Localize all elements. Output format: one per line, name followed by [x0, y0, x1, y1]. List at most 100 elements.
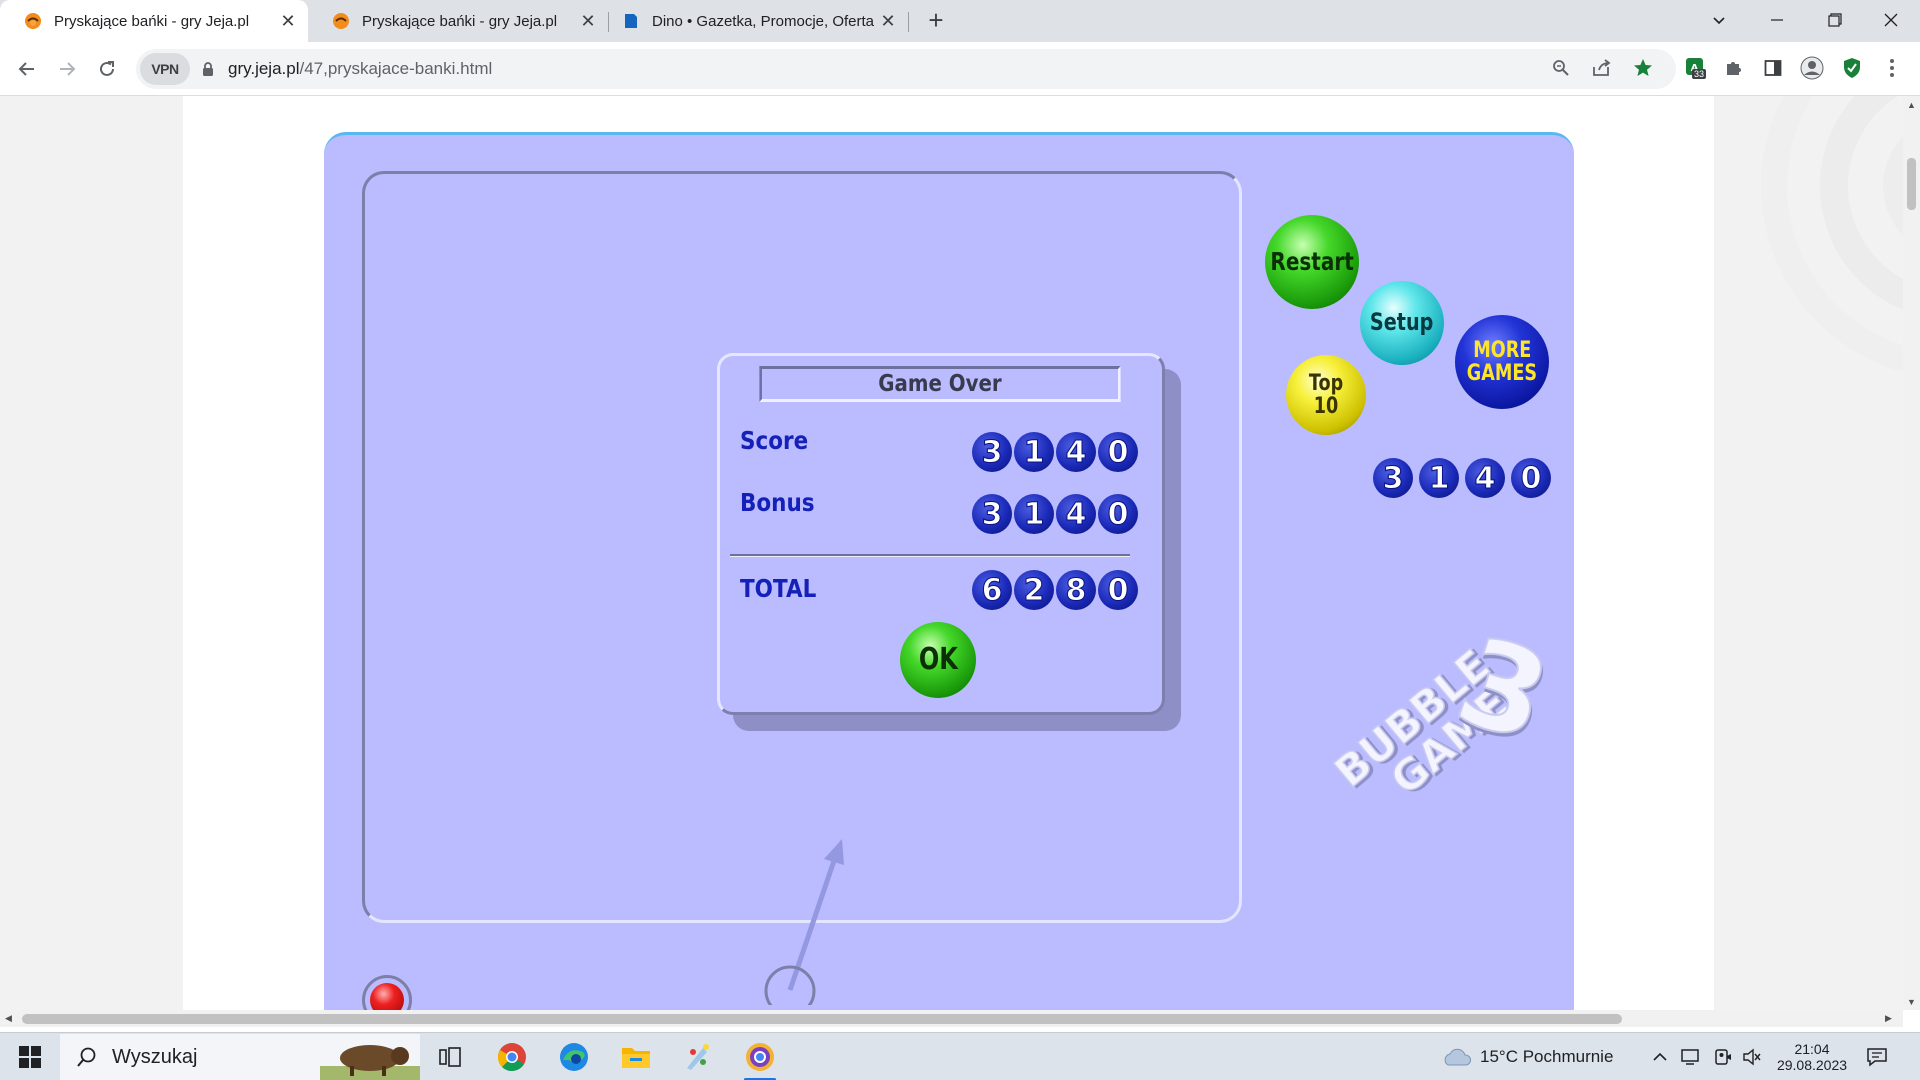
extension-badge: 33	[1692, 69, 1707, 79]
setup-button[interactable]: Setup	[1360, 281, 1444, 365]
game-stage[interactable]: Game Over Score 3 1 4 0 Bonus 3 1 4 0 TO…	[324, 132, 1574, 1010]
close-window-icon[interactable]	[1862, 0, 1920, 40]
jeja-favicon-icon	[25, 13, 41, 29]
clock-time: 21:04	[1794, 1041, 1830, 1057]
scroll-down-icon[interactable]: ▼	[1903, 993, 1920, 1010]
vpn-badge[interactable]: VPN	[140, 53, 190, 85]
tab-close-icon[interactable]: ✕	[578, 11, 598, 31]
digit: 3	[972, 432, 1012, 472]
profile-avatar-icon[interactable]	[1800, 56, 1824, 80]
digit: 1	[1014, 494, 1054, 534]
taskbar-search[interactable]: Wyszukaj	[60, 1034, 420, 1080]
horizontal-scroll-thumb[interactable]	[22, 1014, 1622, 1024]
vertical-scroll-thumb[interactable]	[1907, 158, 1916, 210]
weather-widget[interactable]: 15°C Pochmurnie	[1442, 1033, 1613, 1080]
file-explorer-icon[interactable]	[614, 1037, 658, 1077]
show-hidden-icons-chevron-icon[interactable]	[1652, 1033, 1668, 1080]
next-bubble-red	[370, 983, 404, 1010]
tab-3[interactable]: Dino • Gazetka, Promocje, Oferta ✕	[610, 0, 908, 42]
extension-counter-icon[interactable]: A 33	[1684, 56, 1708, 80]
extensions-puzzle-icon[interactable]	[1722, 56, 1746, 80]
score-label: Score	[740, 426, 809, 455]
tab-separator	[608, 12, 609, 32]
forward-icon[interactable]	[52, 54, 82, 84]
restart-button[interactable]: Restart	[1265, 215, 1359, 309]
network-icon[interactable]	[1680, 1033, 1700, 1080]
vertical-scrollbar[interactable]: ▲ ▼	[1903, 96, 1920, 1010]
reload-icon[interactable]	[92, 54, 122, 84]
tab-close-icon[interactable]: ✕	[878, 11, 898, 31]
minimize-icon[interactable]	[1748, 0, 1806, 40]
page-viewport: Game Over Score 3 1 4 0 Bonus 3 1 4 0 TO…	[0, 96, 1903, 1010]
tab-separator	[908, 12, 909, 32]
tab-search-icon[interactable]	[1690, 0, 1748, 40]
clock[interactable]: 21:04 29.08.2023	[1770, 1033, 1854, 1080]
more-games-line2: GAMES	[1466, 361, 1538, 386]
restore-icon[interactable]	[1806, 0, 1864, 40]
volume-muted-icon[interactable]	[1742, 1033, 1762, 1080]
digit: 6	[972, 570, 1012, 610]
digit: 0	[1511, 458, 1551, 498]
tab-title: Dino • Gazetka, Promocje, Oferta	[652, 12, 875, 30]
ok-button-label: OK	[918, 642, 958, 678]
tab-2[interactable]: Pryskające bańki - gry Jeja.pl ✕	[308, 0, 608, 42]
zoom-icon[interactable]	[1549, 56, 1573, 80]
game-over-dialog: Game Over Score 3 1 4 0 Bonus 3 1 4 0 TO…	[717, 353, 1165, 715]
digit: 0	[1098, 494, 1138, 534]
notifications-icon[interactable]	[1866, 1033, 1888, 1080]
more-games-button[interactable]: MORE GAMES	[1455, 315, 1549, 409]
shield-extension-icon[interactable]	[1840, 56, 1864, 80]
chrome-app-icon[interactable]	[490, 1037, 534, 1077]
total-digits: 6 2 8 0	[972, 570, 1138, 610]
current-score: 3 1 4 0	[1373, 458, 1551, 498]
top10-label: Top 10	[1308, 370, 1344, 419]
background-decoration	[1761, 96, 1903, 373]
digit: 2	[1014, 570, 1054, 610]
windows-start-icon[interactable]	[8, 1037, 52, 1077]
search-placeholder: Wyszukaj	[112, 1045, 198, 1068]
tab-active[interactable]: Pryskające bańki - gry Jeja.pl ✕	[0, 0, 308, 42]
scroll-up-icon[interactable]: ▲	[1903, 96, 1920, 113]
new-tab-button[interactable]: +	[922, 6, 950, 34]
tab-close-icon[interactable]: ✕	[278, 11, 298, 31]
digit: 3	[972, 494, 1012, 534]
side-panel-icon[interactable]	[1761, 56, 1785, 80]
dino-favicon-icon	[625, 14, 637, 28]
ok-button[interactable]: OK	[900, 622, 976, 698]
tab-title: Pryskające bańki - gry Jeja.pl	[54, 12, 250, 30]
url-path: /47,pryskajace-banki.html	[299, 59, 493, 78]
back-icon[interactable]	[12, 54, 42, 84]
url-text[interactable]: gry.jeja.pl/47,pryskajace-banki.html	[228, 59, 492, 79]
restart-label: Restart	[1270, 246, 1354, 276]
scroll-right-icon[interactable]: ▶	[1880, 1010, 1897, 1027]
lock-icon[interactable]	[202, 62, 214, 76]
camera-icon[interactable]	[1714, 1033, 1732, 1080]
digit: 0	[1098, 432, 1138, 472]
jeja-favicon-icon	[333, 13, 349, 29]
setup-label: Setup	[1370, 308, 1434, 337]
bonus-digits: 3 1 4 0	[972, 494, 1138, 534]
top10-button[interactable]: Top 10	[1286, 355, 1366, 435]
scroll-left-icon[interactable]: ◀	[0, 1010, 17, 1027]
bookmark-star-icon[interactable]	[1631, 56, 1655, 80]
digit: 3	[1373, 458, 1413, 498]
digit: 0	[1098, 570, 1138, 610]
windows-taskbar: Wyszukaj 15°C Pochmurnie 21:04 29.08.202…	[0, 1032, 1920, 1080]
cloud-icon	[1444, 1048, 1472, 1066]
digit: 8	[1056, 570, 1096, 610]
paint-app-icon[interactable]	[676, 1037, 720, 1077]
share-icon[interactable]	[1590, 56, 1614, 80]
chrome-app-active-icon[interactable]	[738, 1037, 782, 1080]
digit: 1	[1014, 432, 1054, 472]
horizontal-scrollbar[interactable]: ◀ ▶	[0, 1010, 1903, 1027]
url-host: gry.jeja.pl	[228, 59, 300, 78]
digit: 4	[1056, 494, 1096, 534]
total-label: TOTAL	[740, 574, 817, 603]
task-view-icon[interactable]	[428, 1037, 472, 1077]
browser-toolbar: VPN gry.jeja.pl/47,pryskajace-banki.html…	[0, 42, 1920, 96]
bonus-label: Bonus	[740, 488, 815, 517]
menu-kebab-icon[interactable]	[1880, 56, 1904, 80]
edge-app-icon[interactable]	[552, 1037, 596, 1077]
address-bar[interactable]: VPN gry.jeja.pl/47,pryskajace-banki.html	[136, 49, 1676, 89]
weather-text: 15°C Pochmurnie	[1480, 1047, 1614, 1066]
